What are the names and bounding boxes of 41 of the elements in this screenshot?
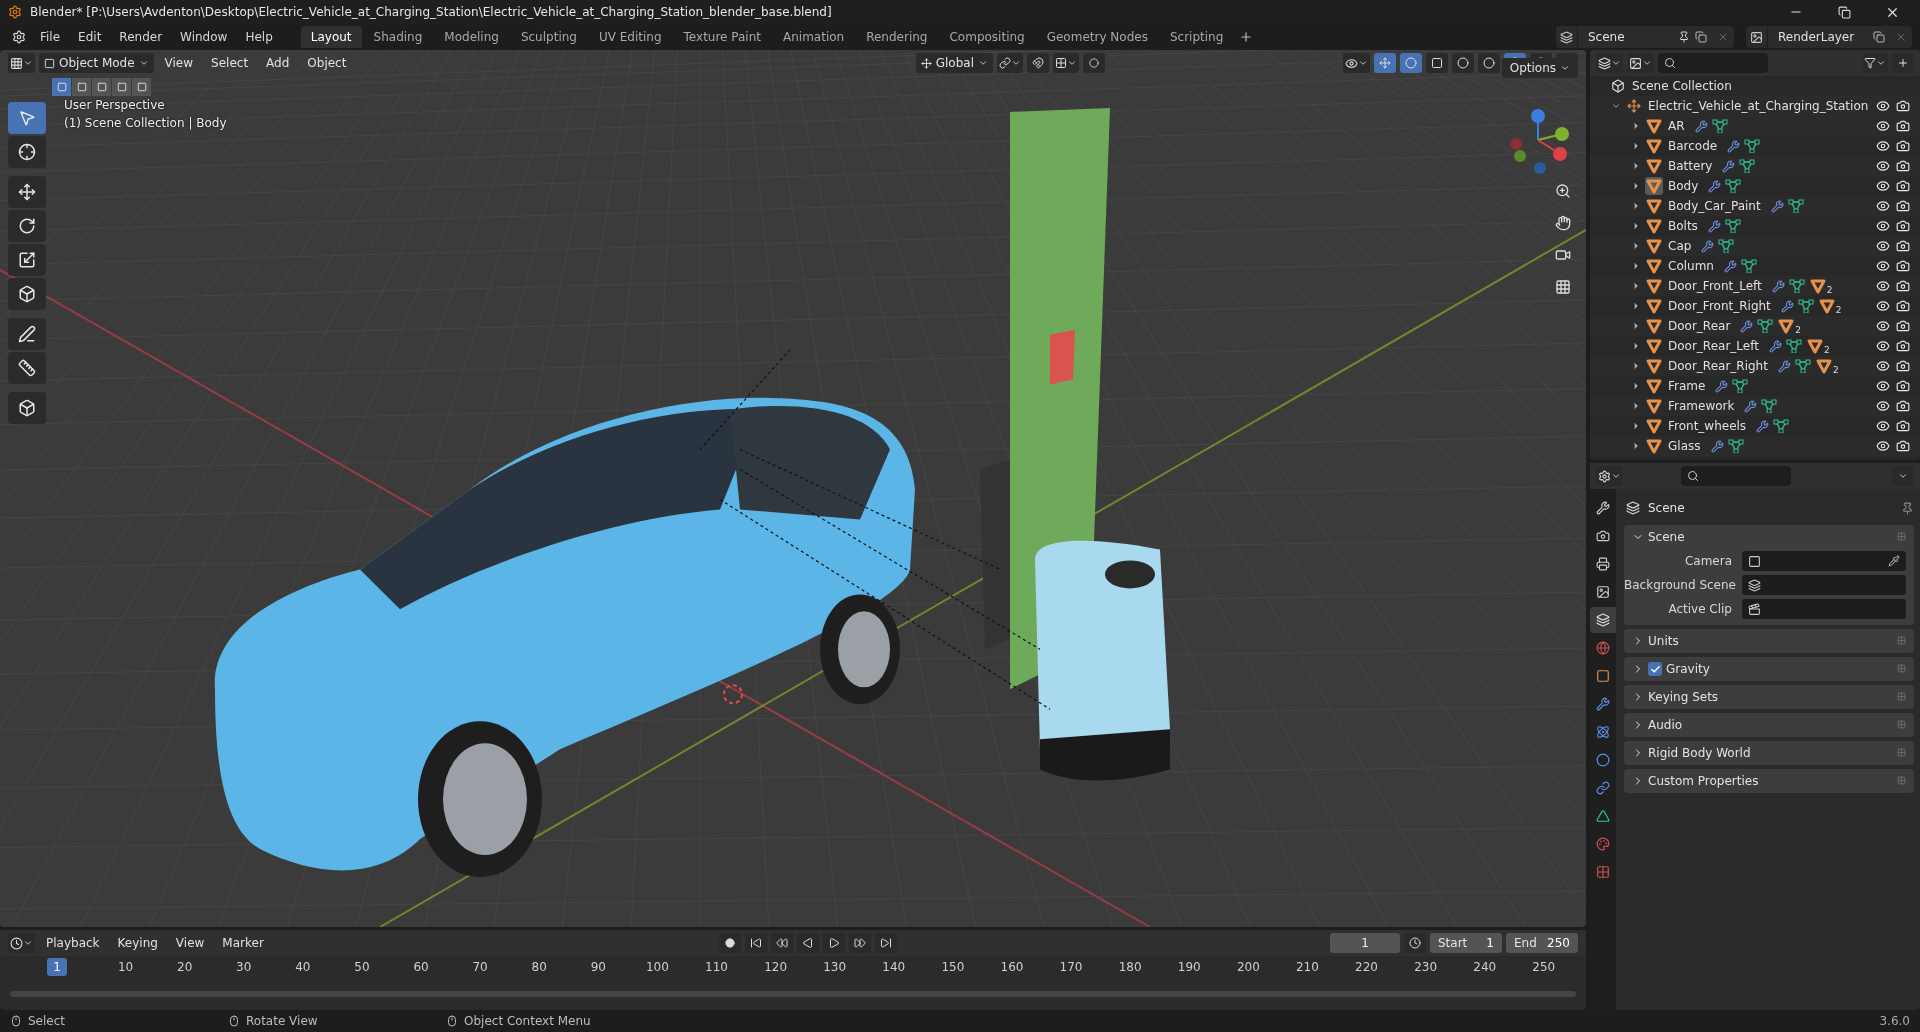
frame-number: 60 bbox=[412, 960, 430, 974]
field-label: Active Clip bbox=[1667, 602, 1733, 616]
frame-number: 40 bbox=[294, 960, 312, 974]
frame-number: 200 bbox=[1235, 960, 1261, 974]
status-hint: Rotate View bbox=[246, 1014, 318, 1028]
field-label: Camera bbox=[1683, 554, 1733, 568]
active-object-info: (1) Scene Collection | Body bbox=[64, 116, 227, 130]
frame-number: 140 bbox=[881, 960, 907, 974]
frame-number: 90 bbox=[589, 960, 607, 974]
frame-number: 190 bbox=[1176, 960, 1202, 974]
frame-number: 150 bbox=[940, 960, 966, 974]
frame-number: 50 bbox=[353, 960, 371, 974]
frame-number: 170 bbox=[1058, 960, 1084, 974]
version-label: 3.6.0 bbox=[1879, 1014, 1910, 1028]
material-count: 2 bbox=[1795, 325, 1802, 335]
frame-number: 240 bbox=[1472, 960, 1498, 974]
material-count: 2 bbox=[1832, 365, 1839, 375]
view-name: User Perspective bbox=[64, 98, 166, 112]
status-hint: Object Context Menu bbox=[464, 1014, 591, 1028]
material-count: 2 bbox=[1835, 305, 1842, 315]
frame-number: 210 bbox=[1294, 960, 1320, 974]
frame-number: 80 bbox=[530, 960, 548, 974]
frame-number: 160 bbox=[999, 960, 1025, 974]
frame-number: 230 bbox=[1413, 960, 1439, 974]
window-title: Blender* [P:\Users\Avdenton\Desktop\Electric_Vehicle_at_Charging_Station\Electric_Vehicle_at_Charging_Station_blender_base.blend] bbox=[30, 5, 833, 19]
frame-number: 120 bbox=[763, 960, 789, 974]
field-label: Background Scene bbox=[1624, 578, 1737, 592]
status-hint: Select bbox=[28, 1014, 66, 1028]
frame-number: 100 bbox=[644, 960, 670, 974]
material-count: 2 bbox=[1826, 285, 1833, 295]
frame-number: 130 bbox=[822, 960, 848, 974]
properties-title: Scene bbox=[1648, 501, 1686, 515]
frame-number: 110 bbox=[704, 960, 729, 974]
frame-number: 10 bbox=[116, 960, 135, 974]
material-count: 2 bbox=[1823, 345, 1830, 355]
frame-number: 220 bbox=[1354, 960, 1379, 974]
frame-number: 250 bbox=[1531, 960, 1557, 974]
frame-number: 20 bbox=[176, 960, 194, 974]
frame-number: 180 bbox=[1117, 960, 1143, 974]
frame-number: 70 bbox=[471, 960, 489, 974]
frame-number: 30 bbox=[235, 960, 253, 974]
